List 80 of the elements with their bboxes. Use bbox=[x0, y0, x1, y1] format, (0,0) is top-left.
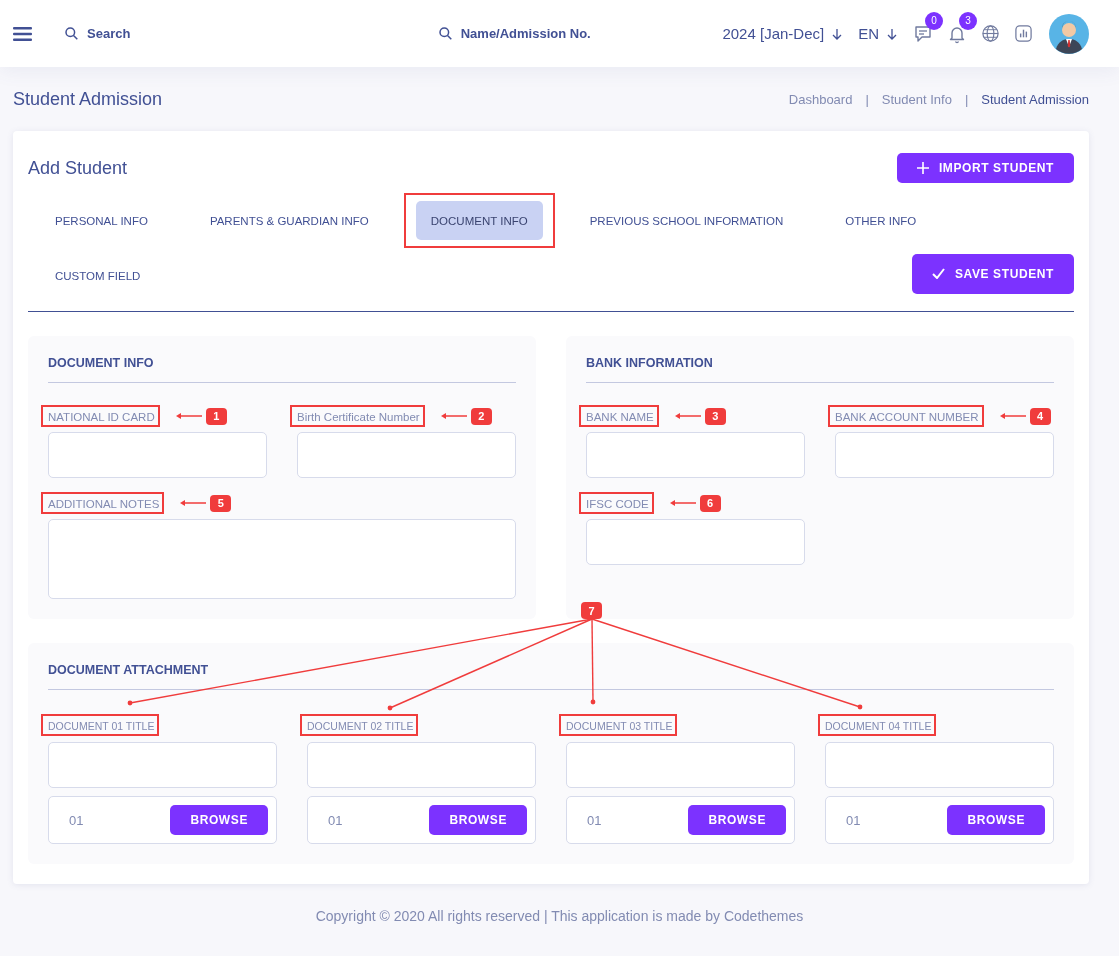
input-field[interactable] bbox=[825, 742, 1054, 788]
callout-arrow bbox=[180, 499, 207, 507]
search-field[interactable]: Search bbox=[85, 25, 179, 42]
import-student-button[interactable]: IMPORT STUDENT bbox=[896, 153, 1074, 183]
file-name: 01 bbox=[69, 812, 84, 828]
input-field[interactable] bbox=[48, 432, 267, 478]
input-field[interactable] bbox=[48, 742, 277, 788]
field-label: NATIONAL ID CARD bbox=[41, 405, 160, 427]
page-title: Student Admission bbox=[13, 88, 163, 110]
chat-icon[interactable] bbox=[913, 23, 933, 44]
down-arrow-icon bbox=[887, 27, 897, 40]
tab[interactable]: PARENTS & GUARDIAN INFO bbox=[194, 201, 384, 240]
section-title: DOCUMENT ATTACHMENT bbox=[48, 663, 1054, 690]
callout-badge: 5 bbox=[210, 494, 232, 512]
field-label: DOCUMENT 01 TITLE bbox=[41, 714, 160, 736]
save-student-button[interactable]: SAVE STUDENT bbox=[912, 253, 1074, 294]
browse-button[interactable]: BROWSE bbox=[688, 805, 786, 835]
down-arrow-icon bbox=[832, 27, 843, 40]
search-icon bbox=[438, 27, 452, 40]
file-field[interactable]: 01 BROWSE bbox=[825, 796, 1054, 844]
field-label: Birth Certificate Number bbox=[290, 405, 425, 427]
search-icon bbox=[65, 27, 78, 40]
browse-button[interactable]: BROWSE bbox=[947, 805, 1045, 835]
count-badge: 3 bbox=[959, 11, 977, 30]
field-label: DOCUMENT 02 TITLE bbox=[300, 714, 419, 736]
callout-arrow bbox=[674, 412, 701, 420]
callout-arrow bbox=[669, 499, 696, 507]
callout-arrow bbox=[440, 412, 467, 420]
callout-badge: 4 bbox=[1029, 407, 1051, 425]
tab[interactable]: OTHER INFO bbox=[830, 201, 932, 240]
language-dropdown[interactable]: EN bbox=[858, 25, 897, 42]
section-title: BANK INFORMATION bbox=[586, 356, 1054, 383]
field-label: ADDITIONAL NOTES bbox=[41, 492, 165, 514]
breadcrumb-separator: | bbox=[964, 91, 969, 107]
chart-icon[interactable] bbox=[1014, 24, 1033, 43]
admission-search-field[interactable]: Name/Admission No. bbox=[458, 25, 613, 42]
breadcrumb-link[interactable]: Dashboard bbox=[788, 91, 853, 107]
callout-badge: 1 bbox=[205, 407, 227, 425]
tab[interactable]: PREVIOUS SCHOOL INFORMATION bbox=[574, 201, 799, 240]
callout-badge: 2 bbox=[470, 407, 492, 425]
field-label: BANK ACCOUNT NUMBER bbox=[828, 405, 984, 427]
check-icon bbox=[932, 268, 945, 279]
tab[interactable]: DOCUMENT INFO bbox=[415, 201, 543, 240]
callout-arrow bbox=[175, 412, 202, 420]
file-field[interactable]: 01 BROWSE bbox=[48, 796, 277, 844]
avatar-icon[interactable] bbox=[1049, 13, 1089, 54]
footer-text: Copyright © 2020 All rights reserved | This application is made by Codethemes bbox=[314, 908, 805, 924]
session-dropdown[interactable]: 2024 [Jan-Dec] bbox=[722, 25, 843, 42]
globe-icon[interactable] bbox=[981, 24, 1000, 43]
file-name: 01 bbox=[846, 812, 861, 828]
field-label: IFSC CODE bbox=[579, 492, 654, 514]
card-title: Add Student bbox=[28, 157, 128, 179]
input-field[interactable] bbox=[835, 432, 1054, 478]
file-field[interactable]: 01 BROWSE bbox=[307, 796, 536, 844]
callout-arrow bbox=[999, 412, 1026, 420]
callout-badge: 3 bbox=[704, 407, 726, 425]
browse-button[interactable]: BROWSE bbox=[429, 805, 527, 835]
tab[interactable]: PERSONAL INFO bbox=[40, 201, 163, 240]
browse-button[interactable]: BROWSE bbox=[170, 805, 268, 835]
menu-icon[interactable] bbox=[13, 26, 32, 41]
breadcrumb-separator: | bbox=[865, 91, 869, 107]
input-field[interactable] bbox=[307, 742, 536, 788]
tab[interactable]: CUSTOM FIELD bbox=[40, 256, 156, 295]
file-name: 01 bbox=[587, 812, 602, 828]
field-label: BANK NAME bbox=[579, 405, 659, 427]
file-field[interactable]: 01 BROWSE bbox=[566, 796, 795, 844]
notes-field[interactable] bbox=[48, 519, 516, 599]
count-badge: 0 bbox=[925, 11, 943, 30]
input-field[interactable] bbox=[297, 432, 516, 478]
input-field[interactable] bbox=[586, 432, 805, 478]
callout-badge: 6 bbox=[699, 494, 721, 512]
callout-badge: 7 bbox=[581, 602, 602, 619]
field-label: DOCUMENT 03 TITLE bbox=[559, 714, 678, 736]
input-field[interactable] bbox=[566, 742, 795, 788]
field-label: DOCUMENT 04 TITLE bbox=[818, 714, 937, 736]
plus-icon bbox=[916, 162, 929, 174]
section-title: DOCUMENT INFO bbox=[48, 356, 516, 383]
breadcrumb-link[interactable]: Student Info bbox=[881, 91, 952, 107]
input-field[interactable] bbox=[586, 519, 805, 565]
file-name: 01 bbox=[328, 812, 343, 828]
